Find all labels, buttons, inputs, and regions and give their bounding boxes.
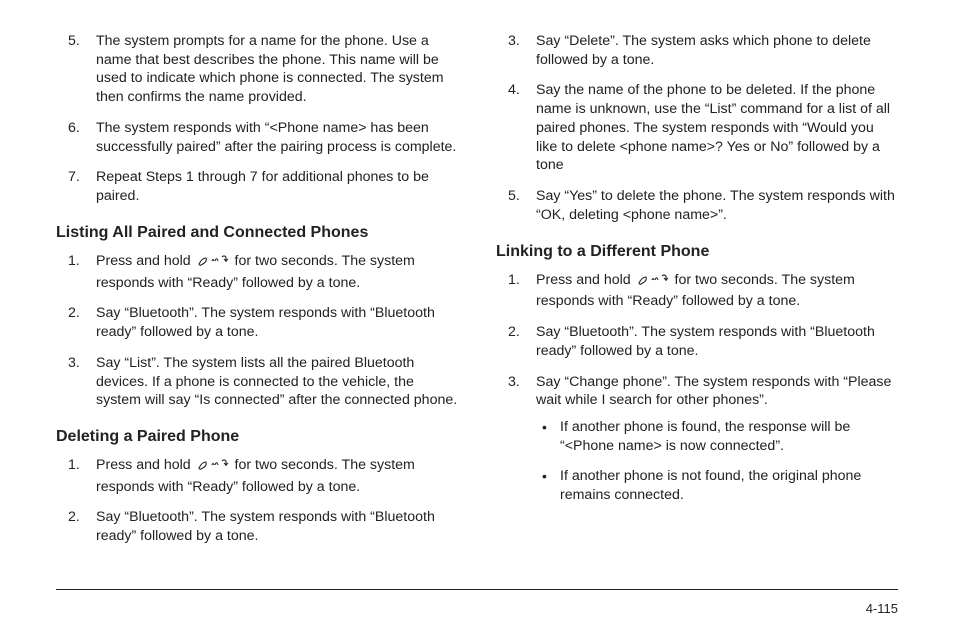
list-item: 2. Say “Bluetooth”. The system responds … (496, 323, 898, 360)
list-text: The system responds with “<Phone name> h… (96, 120, 456, 155)
list-number: 5. (68, 32, 80, 51)
page-number: 4-115 (866, 601, 898, 616)
list-item: 3. Say “List”. The system lists all the … (56, 354, 458, 410)
list-item: 5. The system prompts for a name for the… (56, 32, 458, 107)
list-number: 3. (68, 354, 80, 373)
list-item: 5. Say “Yes” to delete the phone. The sy… (496, 187, 898, 224)
list-text: Say “List”. The system lists all the pai… (96, 355, 457, 408)
list-item: 7. Repeat Steps 1 through 7 for addition… (56, 168, 458, 205)
list-item: 2. Say “Bluetooth”. The system responds … (56, 508, 458, 545)
continuation-list: 5. The system prompts for a name for the… (56, 32, 458, 206)
list-text: The system prompts for a name for the ph… (96, 33, 444, 105)
list-text: Say “Bluetooth”. The system responds wit… (536, 324, 875, 359)
list-text: Press and hold for two seconds. The syst… (96, 253, 415, 291)
list-number: 1. (508, 271, 520, 290)
list-number: 4. (508, 81, 520, 100)
list-number: 2. (68, 508, 80, 527)
list-item: 3. Say “Change phone”. The system respon… (496, 373, 898, 505)
list-number: 3. (508, 373, 520, 392)
linking-steps: 1. Press and hold for two seconds. The s… (496, 271, 898, 505)
list-text: Say “Bluetooth”. The system responds wit… (96, 305, 435, 340)
list-text: Press and hold for two seconds. The syst… (536, 272, 855, 310)
list-number: 3. (508, 32, 520, 51)
list-text: Repeat Steps 1 through 7 for additional … (96, 169, 429, 204)
list-text: Say the name of the phone to be deleted.… (536, 82, 890, 173)
list-item: 6. The system responds with “<Phone name… (56, 119, 458, 156)
list-number: 1. (68, 252, 80, 271)
list-number: 1. (68, 456, 80, 475)
content-columns: 5. The system prompts for a name for the… (56, 32, 898, 568)
list-number: 6. (68, 119, 80, 138)
footer-rule (56, 589, 898, 590)
list-text: Say “Yes” to delete the phone. The syste… (536, 188, 895, 223)
heading-linking-different: Linking to a Different Phone (496, 243, 898, 261)
left-column: 5. The system prompts for a name for the… (56, 32, 458, 568)
list-number: 5. (508, 187, 520, 206)
right-column: 3. Say “Delete”. The system asks which p… (496, 32, 898, 568)
heading-deleting-paired: Deleting a Paired Phone (56, 428, 458, 446)
list-number: 2. (68, 304, 80, 323)
list-item: 4. Say the name of the phone to be delet… (496, 81, 898, 175)
list-item: 1. Press and hold for two seconds. The s… (56, 456, 458, 496)
listing-steps: 1. Press and hold for two seconds. The s… (56, 252, 458, 410)
deleting-steps: 1. Press and hold for two seconds. The s… (56, 456, 458, 546)
phone-voice-icon (635, 273, 671, 293)
list-text: Say “Change phone”. The system responds … (536, 374, 891, 409)
bullet-item: If another phone is not found, the origi… (536, 467, 898, 504)
phone-voice-icon (195, 254, 231, 274)
list-number: 7. (68, 168, 80, 187)
list-text: Say “Delete”. The system asks which phon… (536, 33, 871, 68)
sub-bullets: If another phone is found, the response … (536, 418, 898, 505)
list-text: Say “Bluetooth”. The system responds wit… (96, 509, 435, 544)
phone-voice-icon (195, 458, 231, 478)
list-text: Press and hold for two seconds. The syst… (96, 457, 415, 495)
list-item: 1. Press and hold for two seconds. The s… (496, 271, 898, 311)
list-item: 3. Say “Delete”. The system asks which p… (496, 32, 898, 69)
bullet-item: If another phone is found, the response … (536, 418, 898, 455)
list-item: 1. Press and hold for two seconds. The s… (56, 252, 458, 292)
list-item: 2. Say “Bluetooth”. The system responds … (56, 304, 458, 341)
heading-listing-paired: Listing All Paired and Connected Phones (56, 224, 458, 242)
manual-page: 5. The system prompts for a name for the… (0, 0, 954, 638)
list-number: 2. (508, 323, 520, 342)
deleting-steps-cont: 3. Say “Delete”. The system asks which p… (496, 32, 898, 225)
